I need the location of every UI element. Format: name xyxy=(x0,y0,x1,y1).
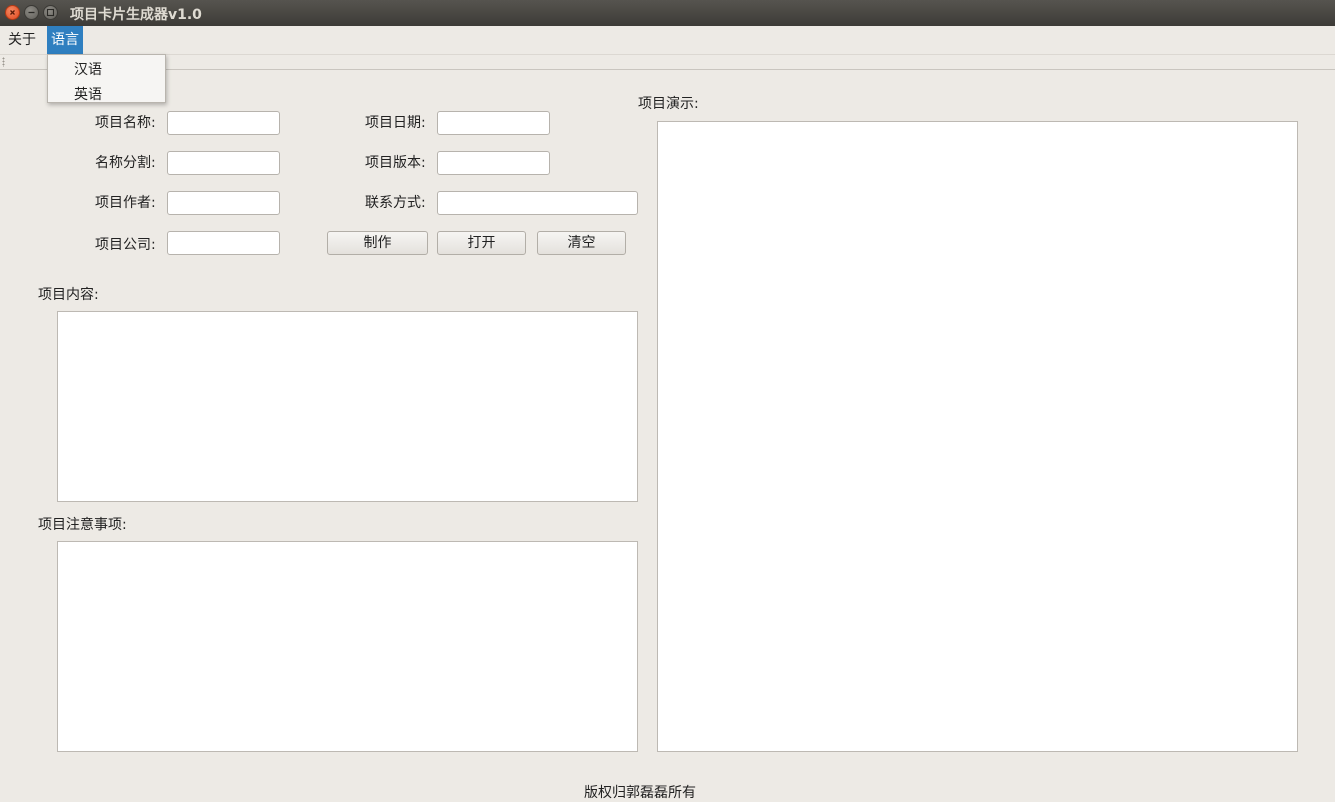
close-icon xyxy=(10,10,15,15)
clear-button[interactable]: 清空 xyxy=(537,231,626,255)
name-split-label: 名称分割: xyxy=(95,155,156,171)
menu-about[interactable]: 关于 xyxy=(4,26,40,54)
project-preview-label: 项目演示: xyxy=(638,96,699,112)
project-notes-label: 项目注意事项: xyxy=(38,517,127,533)
window-titlebar: 项目卡片生成器v1.0 xyxy=(0,0,1335,26)
project-author-input[interactable] xyxy=(167,191,280,215)
project-preview-panel xyxy=(657,121,1298,752)
open-button[interactable]: 打开 xyxy=(437,231,526,255)
project-company-label: 项目公司: xyxy=(95,237,156,253)
minimize-icon xyxy=(28,11,35,14)
contact-label: 联系方式: xyxy=(365,195,426,211)
menu-item-chinese[interactable]: 汉语 xyxy=(74,59,102,79)
project-content-textarea[interactable] xyxy=(57,311,638,502)
project-date-label: 项目日期: xyxy=(365,115,426,131)
maximize-icon xyxy=(46,8,55,17)
name-split-input[interactable] xyxy=(167,151,280,175)
menu-item-english[interactable]: 英语 xyxy=(74,84,102,104)
project-version-label: 项目版本: xyxy=(365,155,426,171)
project-name-input[interactable] xyxy=(167,111,280,135)
make-button[interactable]: 制作 xyxy=(327,231,428,255)
menu-language[interactable]: 语言 xyxy=(47,26,83,54)
project-version-input[interactable] xyxy=(437,151,550,175)
project-name-label: 项目名称: xyxy=(95,115,156,131)
minimize-window-button[interactable] xyxy=(24,5,39,20)
language-dropdown: 汉语 英语 xyxy=(47,54,166,103)
window-title: 项目卡片生成器v1.0 xyxy=(70,7,202,23)
toolbar-grip-icon[interactable] xyxy=(2,57,5,67)
close-window-button[interactable] xyxy=(5,5,20,20)
project-notes-textarea[interactable] xyxy=(57,541,638,752)
project-company-input[interactable] xyxy=(167,231,280,255)
contact-input[interactable] xyxy=(437,191,638,215)
maximize-window-button[interactable] xyxy=(43,5,58,20)
project-content-label: 项目内容: xyxy=(38,287,99,303)
toolbar xyxy=(0,55,1335,70)
menu-bar: 关于 语言 xyxy=(0,26,1335,55)
copyright-footer: 版权归郭磊磊所有 xyxy=(584,785,696,801)
project-author-label: 项目作者: xyxy=(95,195,156,211)
project-date-input[interactable] xyxy=(437,111,550,135)
